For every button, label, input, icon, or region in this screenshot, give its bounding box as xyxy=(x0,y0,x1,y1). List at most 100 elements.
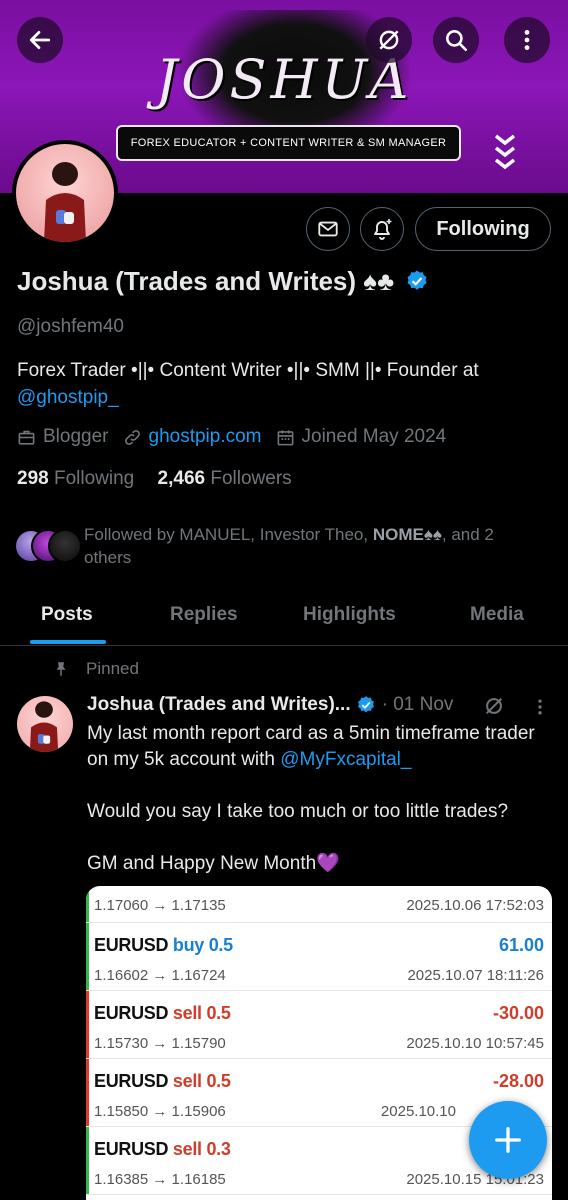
website-link[interactable]: ghostpip.com xyxy=(149,426,262,448)
trade-profit: -30.00 xyxy=(492,1003,544,1023)
bell-plus-icon xyxy=(374,219,392,240)
grok-button[interactable] xyxy=(366,17,412,63)
bio-mention-link[interactable]: @ghostpip_ xyxy=(17,387,119,408)
pinned-label-row: Pinned xyxy=(52,659,139,679)
trade-profit: 61.00 xyxy=(498,935,544,955)
followed-by-prefix: Followed by MANUEL, Investor Theo, xyxy=(84,525,373,544)
avatar-figure-image xyxy=(29,701,59,752)
trade-side: sell 0.5 xyxy=(172,1003,231,1023)
display-name-text: Joshua (Trades and Writes) ♠♣ xyxy=(17,266,395,296)
trade-row: EURUSD buy 0.5 61.00 1.16602 → 1.16724 2… xyxy=(86,923,552,991)
search-icon xyxy=(446,30,468,52)
trade-symbol-text: EURUSD xyxy=(94,1003,169,1023)
trade-time: 2025.10.10 xyxy=(380,1103,456,1120)
verified-badge-icon xyxy=(357,696,374,713)
search-button[interactable] xyxy=(433,17,479,63)
following-stat[interactable]: 298 Following xyxy=(17,468,134,489)
trade-time: 2025.10.10 10:57:45 xyxy=(406,1035,544,1052)
arrow-left-icon xyxy=(29,31,51,49)
profile-display-name: Joshua (Trades and Writes) ♠♣ xyxy=(17,266,429,297)
trade-status-bar xyxy=(86,1127,89,1194)
trade-status-bar xyxy=(86,991,89,1058)
following-button[interactable]: Following xyxy=(415,207,551,251)
post-body: My last month report card as a 5min time… xyxy=(87,721,547,903)
followers-label: Followers xyxy=(210,468,292,489)
followed-by-row[interactable]: Followed by MANUEL, Investor Theo, NOME♠… xyxy=(14,523,554,573)
tab-media[interactable]: Media xyxy=(470,604,524,626)
profile-handle: @joshfem40 xyxy=(17,316,124,337)
trade-row: EURUSD sell 0.5 -30.00 1.15730 → 1.15790… xyxy=(86,991,552,1059)
joined-label: Joined May 2024 xyxy=(301,426,447,447)
verified-badge-icon xyxy=(407,270,427,290)
calendar-icon xyxy=(277,429,293,445)
post-header: Joshua (Trades and Writes)... · 01 Nov xyxy=(87,694,453,716)
trade-side: sell 0.3 xyxy=(172,1139,231,1159)
website-item[interactable]: ghostpip.com xyxy=(123,426,262,448)
category-label: Blogger xyxy=(43,426,109,447)
message-button[interactable] xyxy=(306,207,350,251)
grok-icon[interactable] xyxy=(483,695,505,717)
grok-icon xyxy=(379,30,399,50)
post-author-name[interactable]: Joshua (Trades and Writes)... xyxy=(87,694,351,716)
post-paragraph: Would you say I take too much or too lit… xyxy=(87,801,509,822)
following-label: Following xyxy=(53,468,135,489)
trade-side: sell 0.5 xyxy=(172,1071,231,1091)
mail-icon xyxy=(318,221,338,237)
following-count: 298 xyxy=(17,468,49,489)
trade-symbol: EURUSD sell 0.3 xyxy=(94,1139,231,1160)
trade-status-bar xyxy=(86,886,89,922)
trade-symbol-text: EURUSD xyxy=(94,1139,169,1159)
follow-stats: 298 Following 2,466 Followers xyxy=(17,468,292,490)
followed-by-bold: NOME♠♠ xyxy=(372,525,442,544)
post-paragraph: My last month report card as a 5min time… xyxy=(87,721,547,773)
avatar-figure-image xyxy=(44,162,86,242)
followers-stat[interactable]: 2,466 Followers xyxy=(158,468,292,489)
link-icon xyxy=(124,429,140,445)
active-tab-indicator xyxy=(30,640,106,644)
back-button[interactable] xyxy=(17,17,63,63)
chevron-down-icon xyxy=(494,134,516,170)
post-author-avatar[interactable] xyxy=(17,696,73,752)
trade-prices: 1.17060 → 1.17135 xyxy=(94,897,226,914)
tab-replies[interactable]: Replies xyxy=(170,604,238,626)
trade-side: buy 0.5 xyxy=(172,935,233,955)
compose-post-button[interactable] xyxy=(469,1101,547,1179)
more-vertical-icon xyxy=(524,30,530,50)
trade-symbol-text: EURUSD xyxy=(94,935,169,955)
trade-symbol: EURUSD buy 0.5 xyxy=(94,935,233,956)
banner-logo-text: JOSHUA xyxy=(155,48,413,111)
trade-prices: 1.16385 → 1.16185 xyxy=(94,1171,226,1188)
trade-profit: -28.00 xyxy=(492,1071,544,1091)
tab-highlights[interactable]: Highlights xyxy=(303,604,396,626)
pinned-label: Pinned xyxy=(86,659,139,678)
followers-count: 2,466 xyxy=(157,468,206,489)
followed-by-text: Followed by MANUEL, Investor Theo, NOME♠… xyxy=(84,523,544,569)
category-item: Blogger xyxy=(17,426,109,448)
post-date: · 01 Nov xyxy=(381,694,454,715)
profile-avatar[interactable] xyxy=(12,140,118,246)
trade-row: 1.17060 → 1.17135 2025.10.06 17:52:03 xyxy=(86,886,552,923)
post-paragraph: GM and Happy New Month💜 xyxy=(87,853,340,874)
more-options-button[interactable] xyxy=(504,17,550,63)
profile-bio: Forex Trader •||• Content Writer •||• SM… xyxy=(17,357,547,411)
post-mention-link[interactable]: @MyFxcapital_ xyxy=(280,749,411,770)
trade-time: 2025.10.06 17:52:03 xyxy=(406,897,544,914)
post-more-icon[interactable] xyxy=(530,697,550,717)
profile-tabs: Posts Replies Highlights Media xyxy=(0,596,568,646)
bio-text: Forex Trader •||• Content Writer •||• SM… xyxy=(17,360,479,381)
tab-posts[interactable]: Posts xyxy=(41,604,93,626)
trade-prices: 1.16602 → 1.16724 xyxy=(94,967,226,984)
trade-symbol-text: EURUSD xyxy=(94,1071,169,1091)
notifications-button[interactable] xyxy=(360,207,404,251)
follower-avatar xyxy=(48,529,82,563)
trade-prices: 1.15730 → 1.15790 xyxy=(94,1035,226,1052)
trade-status-bar xyxy=(86,1059,89,1126)
trade-symbol: EURUSD sell 0.5 xyxy=(94,1071,231,1092)
plus-icon xyxy=(495,1127,521,1153)
trade-status-bar xyxy=(86,923,89,990)
profile-meta: Blogger ghostpip.com Joined May 2024 xyxy=(17,426,460,448)
trade-time: 2025.10.07 18:11:26 xyxy=(407,967,544,984)
pin-icon xyxy=(56,662,66,676)
trade-symbol: EURUSD sell 0.5 xyxy=(94,1003,231,1024)
joined-item: Joined May 2024 xyxy=(276,426,447,448)
